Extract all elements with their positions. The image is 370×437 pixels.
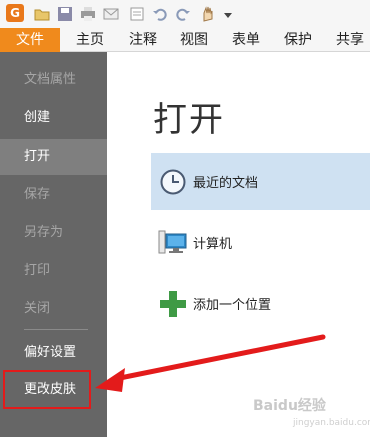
save-icon[interactable] [55, 4, 75, 24]
backstage-item-preferences[interactable]: 偏好设置 [0, 335, 107, 371]
open-option-add-location[interactable]: 添加一个位置 [151, 275, 370, 332]
tab-form[interactable]: 表单 [226, 28, 266, 52]
computer-icon [158, 228, 188, 258]
watermark: Baidu经验 [253, 398, 326, 414]
tab-home[interactable]: 主页 [70, 28, 110, 52]
open-option-computer[interactable]: 计算机 [151, 214, 370, 271]
backstage-item-document-properties[interactable]: 文档属性 [0, 62, 107, 98]
undo-icon[interactable] [150, 4, 170, 24]
quick-access-toolbar: G [0, 0, 370, 28]
page-title: 打开 [153, 100, 225, 140]
backstage-item-open[interactable]: 打开 [0, 139, 107, 175]
open-option-label: 最近的文档 [193, 176, 259, 191]
tab-file[interactable]: 文件 [0, 28, 60, 52]
open-option-label: 添加一个位置 [193, 298, 272, 313]
backstage-item-create[interactable]: 创建 [0, 100, 107, 136]
backstage-item-print[interactable]: 打印 [0, 253, 107, 289]
tab-view[interactable]: 视图 [174, 28, 214, 52]
email-icon[interactable] [127, 4, 147, 24]
email-icon[interactable] [101, 4, 121, 24]
open-option-recent[interactable]: 最近的文档 [151, 153, 370, 210]
open-folder-icon[interactable] [32, 4, 52, 24]
print-icon[interactable] [78, 4, 98, 24]
backstage-item-close[interactable]: 关闭 [0, 291, 107, 327]
watermark-url: jingyan.baidu.com [293, 418, 370, 428]
tab-comment[interactable]: 注释 [123, 28, 163, 52]
clock-icon [158, 167, 188, 197]
plus-icon [158, 289, 188, 319]
backstage-divider [24, 329, 88, 330]
app-logo-icon[interactable]: G [6, 4, 24, 22]
tab-protect[interactable]: 保护 [278, 28, 318, 52]
tab-share[interactable]: 共享 [330, 28, 370, 52]
backstage-item-save-as[interactable]: 另存为 [0, 215, 107, 251]
dropdown-icon[interactable] [222, 4, 234, 24]
redo-icon[interactable] [173, 4, 193, 24]
backstage-item-save[interactable]: 保存 [0, 177, 107, 213]
hand-icon[interactable] [198, 4, 218, 24]
ribbon-tab-bar: 文件 主页 注释 视图 表单 保护 共享 [0, 28, 370, 52]
open-option-label: 计算机 [193, 237, 233, 252]
annotation-highlight-box [3, 370, 91, 409]
